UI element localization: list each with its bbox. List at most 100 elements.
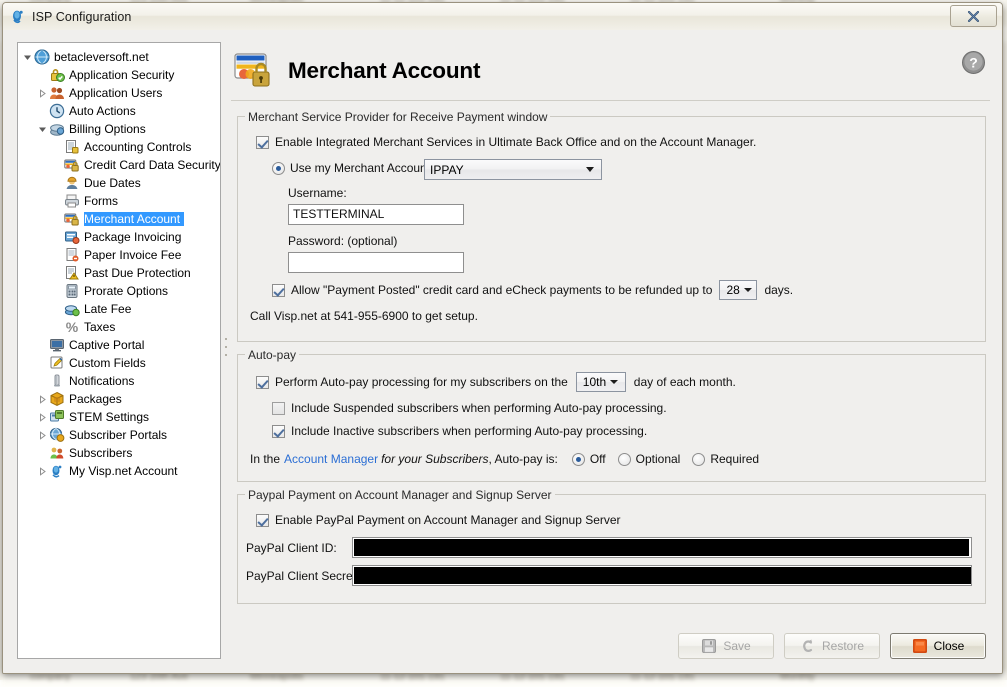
enable-paypal-row[interactable]: Enable PayPal Payment on Account Manager… <box>256 513 621 527</box>
pane-splitter[interactable] <box>222 42 231 659</box>
sidebar-item-label: Paper Invoice Fee <box>84 248 185 262</box>
include-inactive-row[interactable]: Include Inactive subscribers when perfor… <box>272 424 647 438</box>
sidebar-item-package-invoicing[interactable]: Package Invoicing <box>18 228 220 246</box>
sidebar-item-forms[interactable]: Forms <box>18 192 220 210</box>
chevron-right-icon[interactable] <box>37 412 48 423</box>
include-suspended-row[interactable]: Include Suspended subscribers when perfo… <box>272 401 667 415</box>
enable-integrated-merchant-checkbox[interactable] <box>256 136 269 149</box>
autopay-mode-option-off[interactable]: Off <box>572 452 606 466</box>
sidebar-item-billing-options[interactable]: Billing Options <box>18 120 220 138</box>
clock-icon <box>49 103 65 119</box>
perform-autopay-checkbox[interactable] <box>256 376 269 389</box>
enable-paypal-checkbox[interactable] <box>256 514 269 527</box>
sidebar-item-application-users[interactable]: Application Users <box>18 84 220 102</box>
navigation-tree[interactable]: betacleversoft.netApplication SecurityAp… <box>17 42 221 659</box>
sidebar-item-label: Accounting Controls <box>84 140 195 154</box>
svg-text:%: % <box>66 319 79 335</box>
allow-refund-text-after: days. <box>764 283 793 297</box>
username-input[interactable]: TESTTERMINAL <box>288 204 464 225</box>
close-button[interactable]: Close <box>890 633 986 659</box>
sidebar-item-custom-fields[interactable]: Custom Fields <box>18 354 220 372</box>
use-my-merchant-account-radio[interactable] <box>272 162 285 175</box>
sidebar-item-notifications[interactable]: Notifications <box>18 372 220 390</box>
save-button-label: Save <box>723 639 750 653</box>
sidebar-item-accounting-controls[interactable]: Accounting Controls <box>18 138 220 156</box>
password-label: Password: (optional) <box>288 234 397 248</box>
sidebar-item-prorate-options[interactable]: Prorate Options <box>18 282 220 300</box>
sidebar-item-captive-portal[interactable]: Captive Portal <box>18 336 220 354</box>
sidebar-item-auto-actions[interactable]: Auto Actions <box>18 102 220 120</box>
autopay-mode-row[interactable]: In the Account Manager for your Subscrib… <box>250 452 759 466</box>
perform-autopay-row[interactable]: Perform Auto-pay processing for my subsc… <box>256 372 736 392</box>
sidebar-item-subscriber-portals[interactable]: Subscriber Portals <box>18 426 220 444</box>
allow-refund-checkbox[interactable] <box>272 284 285 297</box>
tree-spacer <box>37 106 48 117</box>
refund-days-spinner[interactable]: 28 <box>719 280 757 300</box>
perform-autopay-text-before: Perform Auto-pay processing for my subsc… <box>275 375 568 389</box>
sidebar-item-subscribers[interactable]: Subscribers <box>18 444 220 462</box>
autopay-off-radio[interactable] <box>572 453 585 466</box>
close-button-label: Close <box>934 639 965 653</box>
sidebar-item-packages[interactable]: Packages <box>18 390 220 408</box>
sidebar-item-merchant-account[interactable]: Merchant Account <box>18 210 220 228</box>
stem-icon <box>49 409 65 425</box>
sidebar-item-label: Prorate Options <box>84 284 172 298</box>
chevron-down-icon[interactable] <box>22 52 33 63</box>
sidebar-item-label: Forms <box>84 194 122 208</box>
window-close-button[interactable] <box>950 5 997 27</box>
autopay-required-radio[interactable] <box>692 453 705 466</box>
chevron-right-icon[interactable] <box>37 394 48 405</box>
sidebar-item-stem-settings[interactable]: STEM Settings <box>18 408 220 426</box>
chevron-right-icon[interactable] <box>37 466 48 477</box>
visp-footprint-icon <box>10 9 26 25</box>
sidebar-item-label: Late Fee <box>84 302 135 316</box>
paypal-client-id-input[interactable] <box>352 537 972 558</box>
sidebar-item-due-dates[interactable]: Due Dates <box>18 174 220 192</box>
paypal-client-secret-redaction <box>354 567 972 584</box>
sidebar-item-taxes[interactable]: %Taxes <box>18 318 220 336</box>
paypal-client-id-label-row: PayPal Client ID: <box>246 541 351 555</box>
paypal-client-secret-input[interactable] <box>352 565 972 586</box>
chevron-right-icon[interactable] <box>37 430 48 441</box>
enable-paypal-label: Enable PayPal Payment on Account Manager… <box>275 513 621 527</box>
sidebar-item-application-security[interactable]: Application Security <box>18 66 220 84</box>
password-input[interactable] <box>288 252 464 273</box>
sidebar-item-label: Billing Options <box>69 122 150 136</box>
sidebar-item-credit-card-data-security[interactable]: Credit Card Data Security <box>18 156 220 174</box>
tree-spacer <box>37 358 48 369</box>
autopay-mode-option-optional[interactable]: Optional <box>618 452 681 466</box>
include-suspended-checkbox[interactable] <box>272 402 285 415</box>
sidebar-item-paper-invoice-fee[interactable]: Paper Invoice Fee <box>18 246 220 264</box>
merchant-provider-combobox[interactable]: IPPAY <box>424 159 602 180</box>
sidebar-item-my-visp-net-account[interactable]: My Visp.net Account <box>18 462 220 480</box>
sidebar-item-past-due-protection[interactable]: Past Due Protection <box>18 264 220 282</box>
billing-icon <box>49 121 65 137</box>
use-my-merchant-account-row[interactable]: Use my Merchant Account: <box>272 161 433 175</box>
autopay-day-spinner[interactable]: 10th <box>576 372 626 392</box>
money-icon <box>64 301 80 317</box>
card-lock-icon <box>64 157 80 173</box>
account-manager-link[interactable]: Account Manager <box>284 452 378 466</box>
worker-icon <box>64 175 80 191</box>
autopay-required-label: Required <box>710 452 759 466</box>
lock-check-icon <box>49 67 65 83</box>
autopay-mode-option-required[interactable]: Required <box>692 452 759 466</box>
sidebar-item-late-fee[interactable]: Late Fee <box>18 300 220 318</box>
question-mark-icon[interactable]: ? <box>961 50 986 75</box>
paypal-client-secret-label: PayPal Client Secret: <box>246 569 359 583</box>
include-inactive-checkbox[interactable] <box>272 425 285 438</box>
save-button[interactable]: Save <box>678 633 774 659</box>
chevron-down-icon[interactable] <box>37 124 48 135</box>
tree-spacer <box>37 70 48 81</box>
restore-button[interactable]: Restore <box>784 633 880 659</box>
autopay-day-value: 10th <box>577 375 610 389</box>
sidebar-item-label: Subscriber Portals <box>69 428 171 442</box>
perform-autopay-text-after: day of each month. <box>634 375 736 389</box>
chevron-right-icon[interactable] <box>37 88 48 99</box>
enable-integrated-merchant-row[interactable]: Enable Integrated Merchant Services in U… <box>256 135 756 149</box>
undo-arrow-icon <box>800 638 816 654</box>
sidebar-item-betacleversoft-net[interactable]: betacleversoft.net <box>18 48 220 66</box>
autopay-optional-radio[interactable] <box>618 453 631 466</box>
allow-refund-row[interactable]: Allow "Payment Posted" credit card and e… <box>272 280 793 300</box>
enable-integrated-merchant-label: Enable Integrated Merchant Services in U… <box>275 135 756 149</box>
